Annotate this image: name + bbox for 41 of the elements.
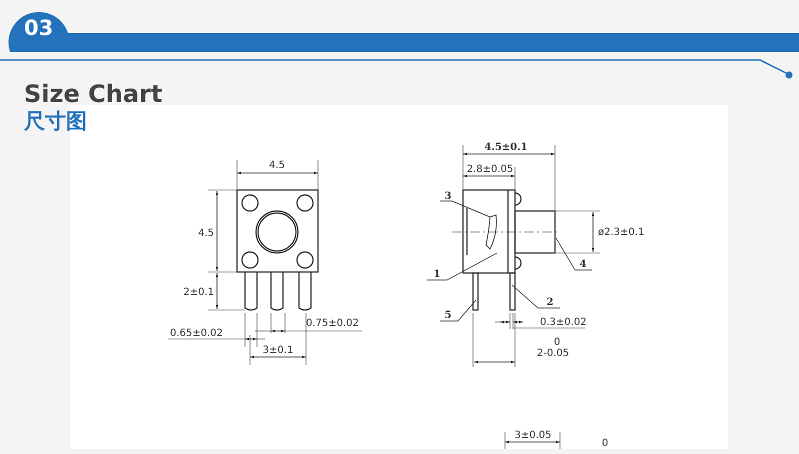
dimension-line (592, 212, 594, 252)
leader-line (426, 252, 498, 280)
dimension-label: 3±0.05 (514, 430, 552, 441)
dimension-line (504, 440, 560, 444)
dimension-label: 2.8±0.05 (466, 164, 514, 175)
dimension-label: 4.5±0.1 (484, 142, 528, 153)
extension-line (554, 252, 600, 254)
dimension-label: 3±0.1 (262, 345, 294, 356)
callout-number: 4 (580, 259, 586, 270)
dimension-label: 0.65±0.02 (170, 328, 223, 339)
leader-line (556, 238, 592, 270)
leader-line (440, 200, 490, 218)
extension-line (462, 144, 464, 190)
extension-line (514, 166, 516, 190)
section-subtitle: 尺寸图 (24, 108, 87, 134)
section-title: Size Chart (24, 80, 164, 108)
section-number: 03 (24, 18, 54, 39)
dimension-label: 0 (554, 337, 560, 348)
dimension-line (500, 320, 510, 324)
callout-number: 3 (444, 191, 452, 202)
dimension-label: 4.5 (198, 228, 214, 239)
dimension-label: 0 (602, 438, 608, 449)
dimension-label: 4.5 (269, 160, 285, 171)
dimension-label: 2±0.1 (183, 287, 214, 298)
extension-line (472, 312, 474, 368)
leader-line (440, 300, 476, 322)
leader-line (512, 284, 560, 308)
dimension-label: 2-0.05 (536, 348, 570, 359)
dimension-line (512, 320, 524, 324)
dimension-label: 0.75±0.02 (306, 318, 359, 329)
dimension-line (250, 356, 306, 358)
dimension-line (244, 338, 258, 340)
dimension-line (270, 330, 286, 332)
dimension-label: 0.3±0.02 (540, 317, 587, 328)
callout-number: 1 (434, 269, 440, 280)
callout-number: 2 (546, 297, 554, 308)
dimension-line (462, 174, 516, 178)
dimension-line (474, 360, 516, 364)
dimension-label: ø2.3±0.1 (598, 227, 644, 238)
callout-number: 5 (444, 310, 452, 321)
extension-line (504, 432, 506, 449)
